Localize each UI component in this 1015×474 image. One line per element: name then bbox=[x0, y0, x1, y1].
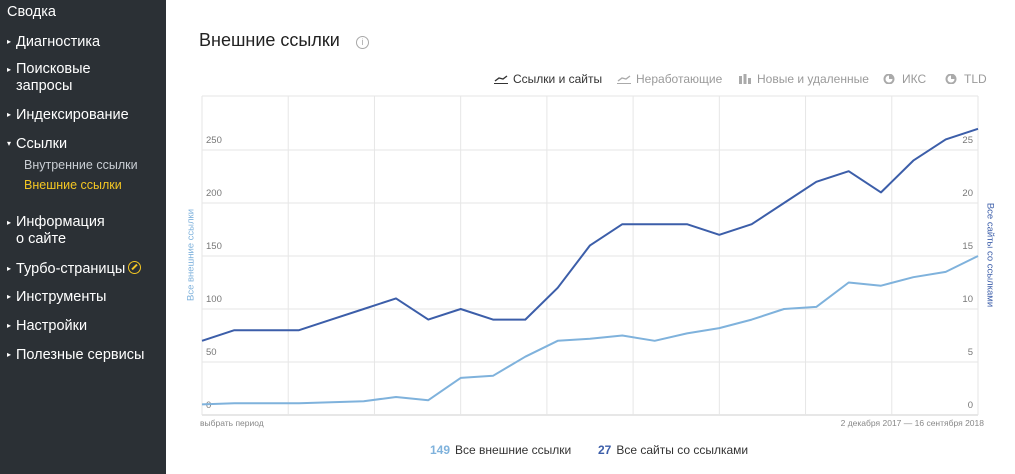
legend-value: 27 bbox=[598, 443, 612, 457]
left-tick-label: 200 bbox=[206, 188, 222, 199]
line-chart: 0 50 100 150 200 250 0 5 10 15 20 25 bbox=[201, 95, 979, 416]
right-tick-label: 25 bbox=[962, 135, 973, 146]
left-tick-label: 150 bbox=[206, 241, 222, 252]
legend-item-sites-with-links[interactable]: 27 Все сайты со ссылками bbox=[598, 443, 748, 457]
select-period-link[interactable]: выбрать период bbox=[200, 418, 264, 428]
right-tick-label: 0 bbox=[968, 400, 973, 411]
right-tick-label: 10 bbox=[962, 294, 973, 305]
legend-label: Все сайты со ссылками bbox=[616, 443, 749, 457]
right-tick-label: 20 bbox=[962, 188, 973, 199]
right-tick-label: 15 bbox=[962, 241, 973, 252]
right-axis-title: Все сайты со ссылками bbox=[984, 202, 996, 308]
right-tick-label: 5 bbox=[968, 347, 973, 358]
left-tick-label: 0 bbox=[206, 400, 211, 411]
legend-item-external-links[interactable]: 149 Все внешние ссылки bbox=[430, 443, 571, 457]
left-axis-title: Все внешние ссылки bbox=[185, 208, 197, 302]
left-tick-label: 100 bbox=[206, 294, 222, 305]
legend-label: Все внешние ссылки bbox=[455, 443, 572, 457]
date-range: 2 декабря 2017 — 16 сентября 2018 bbox=[840, 418, 984, 428]
series-line-external-links bbox=[201, 255, 979, 406]
left-tick-label: 50 bbox=[206, 347, 217, 358]
left-tick-label: 250 bbox=[206, 135, 222, 146]
legend-value: 149 bbox=[430, 443, 451, 457]
